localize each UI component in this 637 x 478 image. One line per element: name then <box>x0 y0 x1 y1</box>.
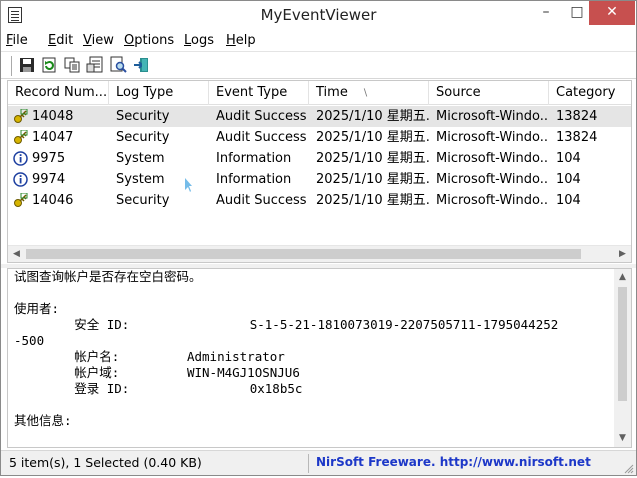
detail-line <box>14 285 614 301</box>
scrollbar-thumb[interactable] <box>618 287 627 401</box>
cell-source: Microsoft-Windo... <box>436 109 549 124</box>
cell-time: 2025/1/10 星期五... <box>316 151 429 166</box>
scroll-down-icon[interactable]: ▼ <box>614 430 631 447</box>
maximize-button[interactable]: □ <box>562 1 592 25</box>
status-summary: 5 item(s), 1 Selected (0.40 KB) <box>9 455 202 470</box>
column-event-type[interactable]: Event Type <box>209 81 309 105</box>
detail-line: 帐户域: WIN-M4GJ1OSNJU6 <box>14 365 300 380</box>
column-category[interactable]: Category <box>549 81 631 105</box>
cell-event-type: Audit Success <box>216 193 307 208</box>
event-details-pane[interactable]: 试图查询帐户是否存在空白密码。 使用者: 安全 ID: S-1-5-21-1810… <box>7 268 632 448</box>
cell-category: 13824 <box>556 109 598 124</box>
cell-category: 13824 <box>556 130 598 145</box>
menu-bar: File Edit View Options Logs Help <box>1 31 636 52</box>
close-button[interactable]: ✕ <box>589 1 635 25</box>
exit-icon[interactable] <box>132 56 150 74</box>
resize-grip-icon[interactable] <box>624 463 634 474</box>
list-header: Record Num... Log Type Event Type Time ∖ … <box>8 81 631 105</box>
refresh-icon[interactable] <box>40 56 58 74</box>
audit-success-icon <box>13 109 28 124</box>
scroll-left-icon[interactable]: ◀ <box>8 246 25 262</box>
nirsoft-link[interactable]: NirSoft Freeware. http://www.nirsoft.net <box>316 455 591 469</box>
detail-line: -500 <box>14 333 45 348</box>
menu-file[interactable]: File <box>6 33 28 48</box>
busy-cursor-icon <box>184 177 192 193</box>
minimize-button[interactable]: – <box>531 1 561 25</box>
detail-line: 使用者: <box>14 301 60 316</box>
detail-line <box>14 397 614 413</box>
cell-category: 104 <box>556 172 581 187</box>
table-row[interactable]: 9975 System Information 2025/1/10 星期五... Mic… <box>8 148 631 169</box>
vertical-scrollbar[interactable]: ▲ ▼ <box>614 269 631 447</box>
cell-category: 104 <box>556 193 581 208</box>
cell-category: 104 <box>556 151 581 166</box>
toolbar <box>1 52 636 79</box>
table-row[interactable]: 14048 Security Audit Success 2025/1/10 星期五.… <box>8 106 631 127</box>
toolbar-separator <box>11 56 13 76</box>
scrollbar-thumb[interactable] <box>26 249 581 259</box>
cell-time: 2025/1/10 星期五... <box>316 193 429 208</box>
menu-help[interactable]: Help <box>226 33 256 48</box>
cell-log-type: Security <box>116 193 170 208</box>
cell-time: 2025/1/10 星期五... <box>316 130 429 145</box>
table-row[interactable]: 9974 System Information 2025/1/10 星期五... Mic… <box>8 169 631 190</box>
scroll-up-icon[interactable]: ▲ <box>614 269 631 286</box>
detail-line: 其他信息: <box>14 413 72 428</box>
cell-source: Microsoft-Windo... <box>436 130 549 145</box>
menu-logs[interactable]: Logs <box>184 33 214 48</box>
cell-log-type: Security <box>116 130 170 145</box>
find-icon[interactable] <box>109 56 127 74</box>
cell-time: 2025/1/10 星期五... <box>316 172 429 187</box>
copy-icon[interactable] <box>63 56 81 74</box>
cell-log-type: Security <box>116 109 170 124</box>
cell-event-type: Audit Success <box>216 130 307 145</box>
cell-source: Microsoft-Windo... <box>436 151 549 166</box>
main-window: MyEventViewer – □ ✕ File Edit View Optio… <box>0 0 637 476</box>
column-record-number[interactable]: Record Num... <box>8 81 109 105</box>
detail-line: 试图查询帐户是否存在空白密码。 <box>14 269 202 284</box>
audit-success-icon <box>13 130 28 145</box>
column-source[interactable]: Source <box>429 81 549 105</box>
title-bar: MyEventViewer – □ ✕ <box>1 1 636 31</box>
menu-options[interactable]: Options <box>124 33 174 48</box>
table-row[interactable]: 14047 Security Audit Success 2025/1/10 星期五.… <box>8 127 631 148</box>
table-row[interactable]: 14046 Security Audit Success 2025/1/10 星期五.… <box>8 190 631 211</box>
menu-edit[interactable]: Edit <box>48 33 73 48</box>
detail-line: 帐户名: Administrator <box>14 349 285 364</box>
event-description: 试图查询帐户是否存在空白密码。 使用者: 安全 ID: S-1-5-21-1810… <box>14 269 614 447</box>
horizontal-scrollbar[interactable]: ◀ ▶ <box>8 245 631 262</box>
cell-log-type: System <box>116 151 165 166</box>
information-icon <box>13 151 28 166</box>
cell-event-type: Information <box>216 172 292 187</box>
cell-source: Microsoft-Windo... <box>436 172 549 187</box>
detail-line: 安全 ID: S-1-5-21-1810073019-2207505711-17… <box>14 317 559 332</box>
audit-success-icon <box>13 193 28 208</box>
information-icon <box>13 172 28 187</box>
sort-descending-icon: ∖ <box>361 88 369 99</box>
menu-view[interactable]: View <box>83 33 114 48</box>
event-list[interactable]: Record Num... Log Type Event Type Time ∖ … <box>7 80 632 263</box>
cell-event-type: Information <box>216 151 292 166</box>
status-divider <box>308 454 309 473</box>
cell-log-type: System <box>116 172 165 187</box>
cell-source: Microsoft-Windo... <box>436 193 549 208</box>
column-log-type[interactable]: Log Type <box>109 81 209 105</box>
cell-time: 2025/1/10 星期五... <box>316 109 429 124</box>
properties-icon[interactable] <box>86 56 104 74</box>
cell-event-type: Audit Success <box>216 109 307 124</box>
column-time[interactable]: Time ∖ <box>309 81 429 105</box>
status-bar: 5 item(s), 1 Selected (0.40 KB) NirSoft … <box>1 450 636 475</box>
scroll-right-icon[interactable]: ▶ <box>614 246 631 262</box>
save-icon[interactable] <box>18 56 36 74</box>
detail-line: 登录 ID: 0x18b5c <box>14 381 303 396</box>
